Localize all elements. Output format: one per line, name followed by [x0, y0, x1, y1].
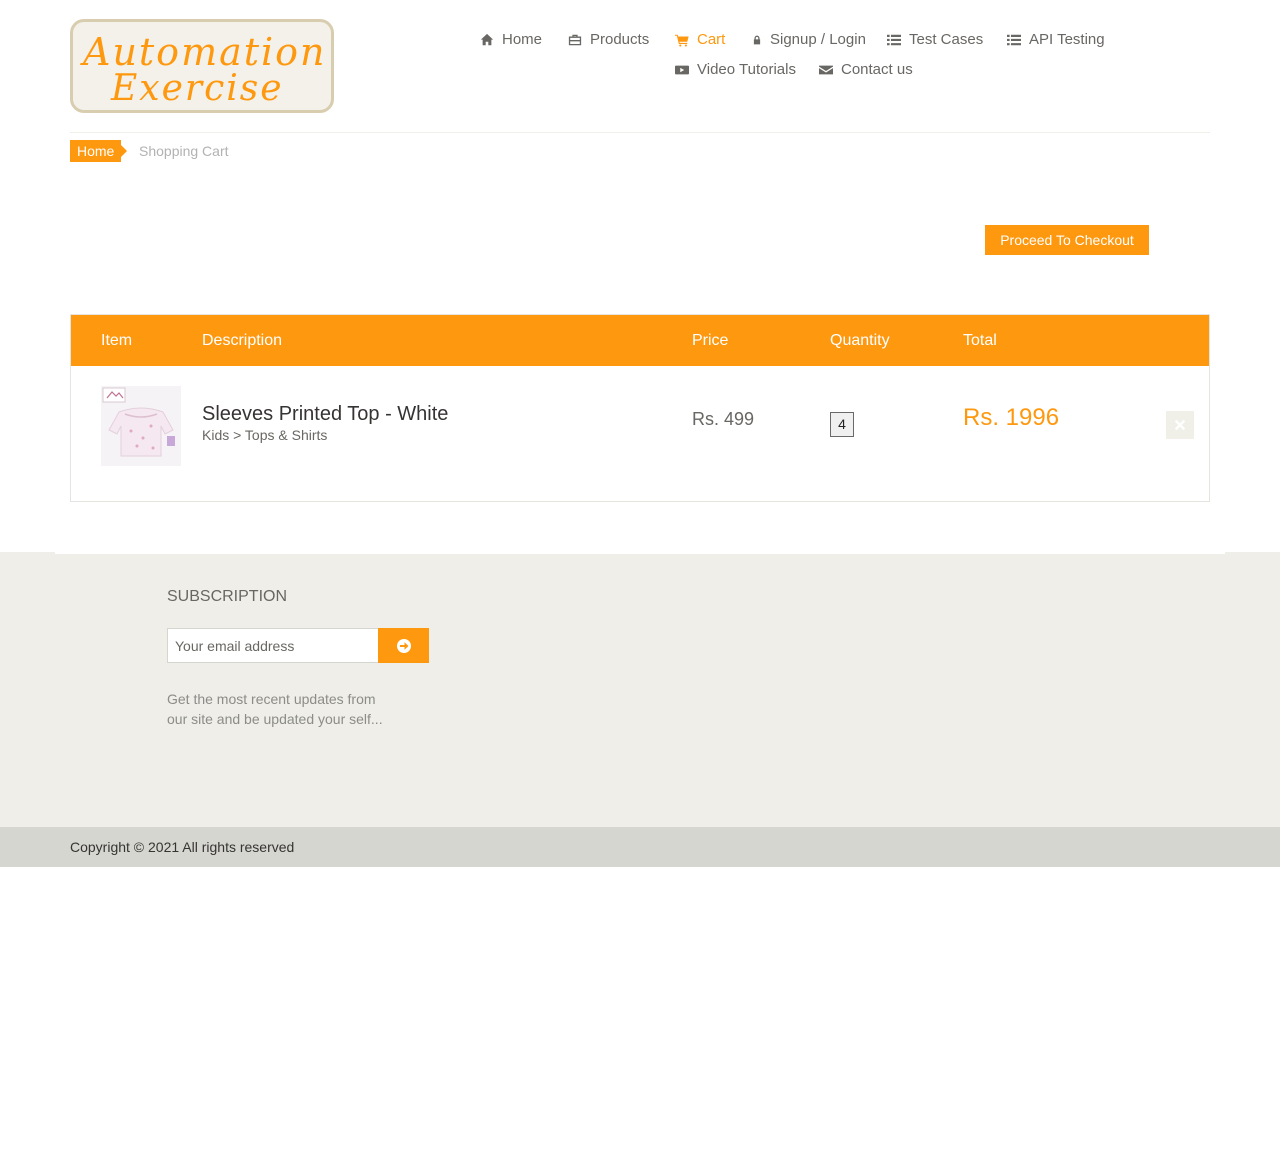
nav-signup-login[interactable]: Signup / Login	[752, 31, 866, 48]
product-thumbnail-image	[101, 386, 181, 466]
close-icon	[1175, 420, 1185, 430]
column-description: Description	[202, 332, 283, 349]
header-divider	[70, 132, 1210, 133]
nav-video-tutorials[interactable]: Video Tutorials	[675, 61, 796, 78]
envelope-icon	[819, 65, 833, 74]
delete-item-button[interactable]	[1166, 411, 1194, 439]
nav-cart[interactable]: Cart	[675, 31, 725, 48]
subscription-title: SUBSCRIPTION	[167, 588, 288, 605]
nav-products[interactable]: Products	[568, 31, 649, 48]
product-price: Rs. 499	[692, 409, 755, 429]
logo-line2: Exercise	[111, 68, 284, 109]
list-icon	[887, 34, 901, 45]
lock-icon	[753, 35, 761, 44]
cart-table: Item Description Price Quantity Total Sl…	[70, 314, 1210, 502]
cart-table-header: Item Description Price Quantity Total	[71, 315, 1209, 366]
list-icon	[1007, 34, 1021, 45]
nav-contact-us[interactable]: Contact us	[819, 61, 913, 78]
nav-contact-us-label: Contact us	[841, 61, 913, 78]
youtube-play-icon	[675, 65, 689, 74]
nav-products-label: Products	[590, 31, 650, 48]
footer-bottom: Copyright © 2021 All rights reserved	[0, 827, 1280, 867]
column-item: Item	[101, 332, 133, 349]
column-price: Price	[692, 332, 729, 349]
cart-icon	[675, 34, 689, 47]
nav-home-label: Home	[502, 31, 543, 48]
copyright-text: Copyright © 2021 All rights reserved	[70, 839, 295, 855]
column-total: Total	[963, 332, 997, 349]
footer-widget: SUBSCRIPTION Get the most recent updates…	[0, 552, 1280, 827]
nav-test-cases-label: Test Cases	[909, 31, 984, 48]
arrow-circle-right-icon	[396, 638, 411, 653]
nav-test-cases[interactable]: Test Cases	[887, 31, 983, 48]
product-total: Rs. 1996	[963, 404, 1060, 431]
column-quantity: Quantity	[830, 332, 890, 349]
briefcase-icon	[568, 34, 582, 45]
proceed-to-checkout-button[interactable]: Proceed To Checkout	[985, 225, 1149, 255]
breadcrumb-current: Shopping Cart	[139, 143, 229, 159]
subscribe-button[interactable]	[378, 628, 429, 663]
product-image[interactable]	[101, 386, 181, 466]
nav-api-testing-label: API Testing	[1029, 31, 1105, 48]
product-category: Kids > Tops & Shirts	[202, 427, 328, 443]
nav-home[interactable]: Home	[480, 31, 542, 48]
nav-cart-label: Cart	[697, 31, 726, 48]
nav-video-tutorials-label: Video Tutorials	[697, 61, 796, 78]
product-quantity: 4	[830, 412, 854, 437]
product-name[interactable]: Sleeves Printed Top - White	[202, 403, 448, 426]
home-icon	[480, 33, 494, 45]
site-logo[interactable]: Automation Exercise	[70, 19, 334, 113]
nav-api-testing[interactable]: API Testing	[1007, 31, 1105, 48]
subscription-description: Get the most recent updates from our sit…	[167, 691, 383, 727]
nav-signup-login-label: Signup / Login	[770, 31, 866, 48]
subscription-email-input[interactable]	[167, 628, 379, 663]
breadcrumb-home[interactable]: Home	[70, 140, 128, 162]
